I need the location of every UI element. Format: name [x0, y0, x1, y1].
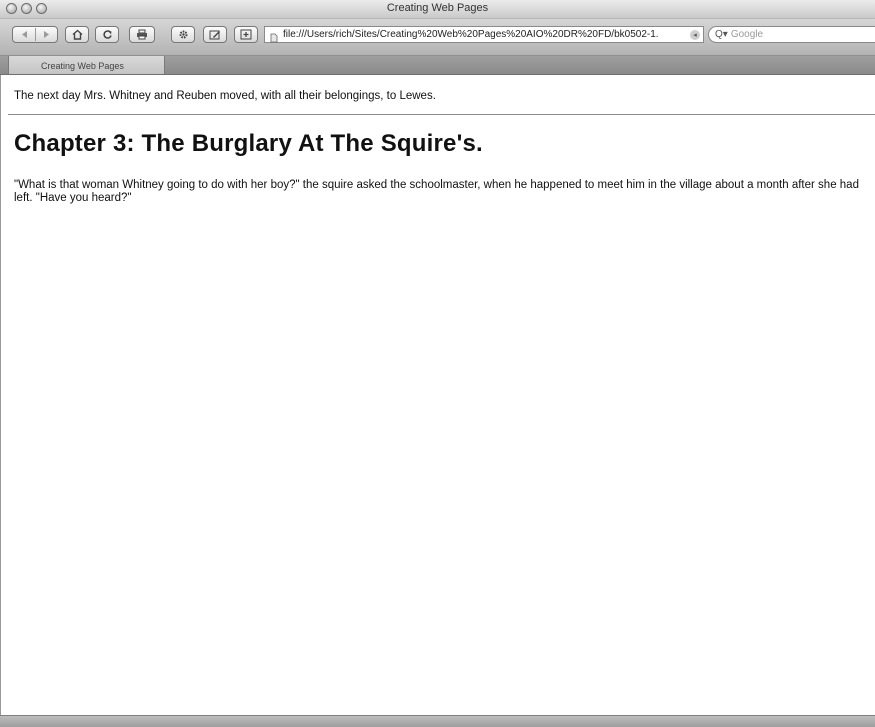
chapter-heading: Chapter 3: The Burglary At The Squire's. — [14, 130, 483, 157]
search-placeholder: Google — [730, 29, 764, 40]
reload-button[interactable] — [95, 26, 119, 43]
browser-window: Creating Web Pages file:///Users/rich/Si… — [0, 0, 875, 727]
gear-icon — [178, 29, 189, 40]
intro-paragraph: The next day Mrs. Whitney and Reuben mov… — [14, 90, 436, 102]
address-bar-url: file:///Users/rich/Sites/Creating%20Web%… — [283, 29, 659, 40]
segment-divider — [35, 28, 36, 41]
horizontal-rule — [8, 114, 875, 115]
window-title: Creating Web Pages — [386, 2, 489, 14]
add-bookmark-button[interactable] — [234, 26, 258, 43]
plus-box-icon — [240, 29, 252, 40]
body-paragraph: "What is that woman Whitney going to do … — [14, 179, 859, 204]
home-button[interactable] — [65, 26, 89, 43]
edit-pencil-icon — [209, 29, 221, 40]
page-content: The next day Mrs. Whitney and Reuben mov… — [0, 75, 875, 715]
tab-label: Creating Web Pages — [41, 61, 124, 71]
back-arrow-icon[interactable] — [13, 30, 35, 39]
title-bar: Creating Web Pages — [0, 0, 875, 19]
settings-button[interactable] — [171, 26, 195, 43]
edit-button[interactable] — [203, 26, 227, 43]
print-icon — [136, 29, 148, 40]
forward-arrow-icon[interactable] — [35, 30, 57, 39]
file-favicon-icon — [269, 30, 279, 42]
snapback-icon[interactable]: ◂ — [690, 29, 700, 40]
toolbar: file:///Users/rich/Sites/Creating%20Web%… — [0, 19, 875, 56]
reload-icon — [102, 29, 113, 40]
search-icon: Q▾ — [715, 29, 728, 40]
address-bar[interactable]: file:///Users/rich/Sites/Creating%20Web%… — [264, 26, 704, 43]
tab-creating-web-pages[interactable]: Creating Web Pages — [8, 56, 165, 74]
status-bar — [0, 715, 875, 727]
tab-bar: Creating Web Pages — [0, 56, 875, 75]
back-forward-control — [12, 26, 58, 43]
home-icon — [72, 29, 83, 40]
print-button[interactable] — [129, 26, 155, 43]
search-field[interactable]: Q▾ Google — [708, 26, 875, 43]
